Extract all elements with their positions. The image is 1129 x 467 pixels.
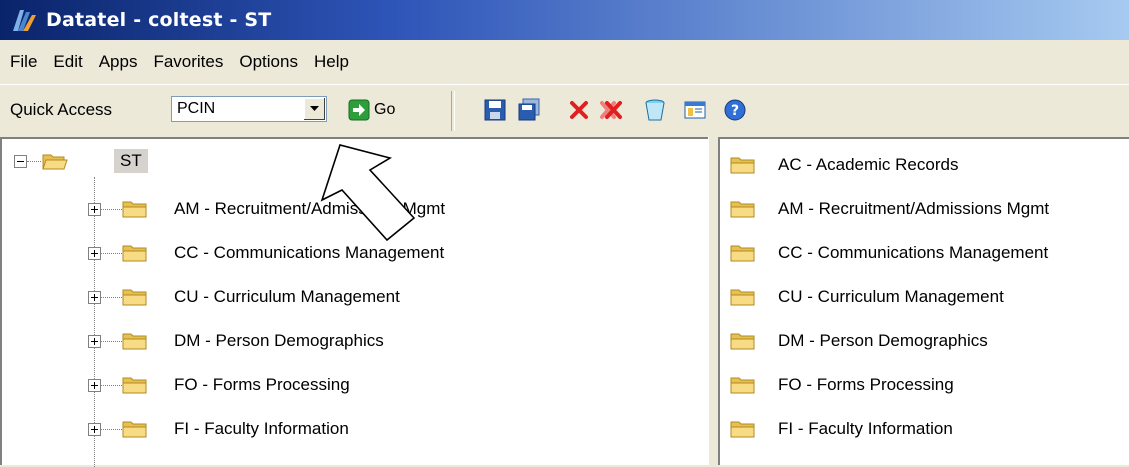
list-item-label[interactable]: AC - Academic Records: [778, 155, 958, 175]
tree-node[interactable]: FO - Forms Processing: [2, 363, 708, 407]
toolbar: Quick Access PCIN Go ?: [0, 84, 1129, 138]
dropdown-arrow-button[interactable]: [303, 98, 325, 120]
folder-icon: [730, 377, 755, 394]
expand-toggle[interactable]: [88, 335, 101, 348]
list-item-label[interactable]: CU - Curriculum Management: [778, 287, 1004, 307]
save-icon[interactable]: [482, 97, 508, 123]
expand-toggle[interactable]: [88, 379, 101, 392]
title-bar[interactable]: Datatel - coltest - ST: [0, 0, 1129, 40]
list-item-label[interactable]: FI - Faculty Information: [778, 419, 953, 439]
expand-toggle[interactable]: [88, 423, 101, 436]
folder-icon: [730, 245, 755, 262]
list-item-label[interactable]: AM - Recruitment/Admissions Mgmt: [778, 199, 1049, 219]
folder-icon: [730, 157, 755, 174]
panel-splitter[interactable]: [708, 137, 718, 465]
window-title: Datatel - coltest - ST: [46, 9, 272, 31]
tree-node-label[interactable]: DM - Person Demographics: [174, 331, 384, 351]
chevron-down-icon: [310, 106, 319, 111]
menu-apps[interactable]: Apps: [93, 52, 148, 72]
folder-open-icon: [42, 154, 68, 170]
expand-toggle[interactable]: [88, 203, 101, 216]
list-item[interactable]: DM - Person Demographics: [720, 319, 1129, 363]
toolbar-separator: [451, 91, 455, 131]
tree-node-label[interactable]: CU - Curriculum Management: [174, 287, 400, 307]
folder-icon: [730, 289, 755, 306]
go-label: Go: [374, 101, 396, 118]
tree-connector: [27, 161, 41, 162]
tree-node[interactable]: FI - Faculty Information: [2, 407, 708, 451]
go-button[interactable]: Go: [348, 97, 395, 123]
tree-node[interactable]: DM - Person Demographics: [2, 319, 708, 363]
folder-icon: [122, 333, 147, 350]
list-item[interactable]: FI - Faculty Information: [720, 407, 1129, 451]
expand-toggle[interactable]: [88, 247, 101, 260]
menu-edit[interactable]: Edit: [47, 52, 92, 72]
folder-icon: [122, 421, 147, 438]
list-item[interactable]: FO - Forms Processing: [720, 363, 1129, 407]
expand-toggle[interactable]: [88, 291, 101, 304]
help-icon[interactable]: ?: [722, 97, 748, 123]
cancel-icon[interactable]: [566, 97, 592, 123]
trash-icon[interactable]: [642, 97, 668, 123]
folder-icon: [730, 201, 755, 218]
folder-icon: [122, 201, 147, 218]
save-copy-icon[interactable]: [516, 97, 542, 123]
tree-node-label[interactable]: FO - Forms Processing: [174, 375, 350, 395]
list-item[interactable]: AM - Recruitment/Admissions Mgmt: [720, 187, 1129, 231]
list-item-label[interactable]: CC - Communications Management: [778, 243, 1048, 263]
list-item[interactable]: CU - Curriculum Management: [720, 275, 1129, 319]
window-icon[interactable]: [682, 97, 708, 123]
list-item[interactable]: AC - Academic Records: [720, 143, 1129, 187]
cancel-all-icon[interactable]: [598, 97, 624, 123]
annotation-arrow-icon: [320, 144, 416, 242]
menu-options[interactable]: Options: [233, 52, 308, 72]
folder-icon: [122, 289, 147, 306]
collapse-toggle[interactable]: [14, 155, 27, 168]
folder-icon: [122, 245, 147, 262]
tree-root-label[interactable]: ST: [114, 149, 148, 173]
svg-text:?: ?: [731, 103, 739, 119]
datatel-logo-icon: [13, 10, 36, 31]
folder-icon: [122, 377, 147, 394]
menu-help[interactable]: Help: [308, 52, 359, 72]
menu-list-panel[interactable]: AC - Academic Records AM - Recruitment/Ad…: [718, 137, 1129, 465]
list-item-label[interactable]: FO - Forms Processing: [778, 375, 954, 395]
list-item[interactable]: CC - Communications Management: [720, 231, 1129, 275]
go-arrow-icon: [348, 99, 370, 121]
folder-icon: [730, 421, 755, 438]
tree-node-label[interactable]: FI - Faculty Information: [174, 419, 349, 439]
quick-access-value[interactable]: PCIN: [177, 100, 215, 118]
menu-file[interactable]: File: [4, 52, 47, 72]
folder-icon: [730, 333, 755, 350]
menu-bar: File Edit Apps Favorites Options Help: [0, 40, 1129, 84]
menu-favorites[interactable]: Favorites: [147, 52, 233, 72]
list-item-label[interactable]: DM - Person Demographics: [778, 331, 988, 351]
quick-access-label: Quick Access: [10, 100, 113, 119]
quick-access-combobox[interactable]: PCIN: [171, 96, 327, 122]
tree-node[interactable]: CU - Curriculum Management: [2, 275, 708, 319]
